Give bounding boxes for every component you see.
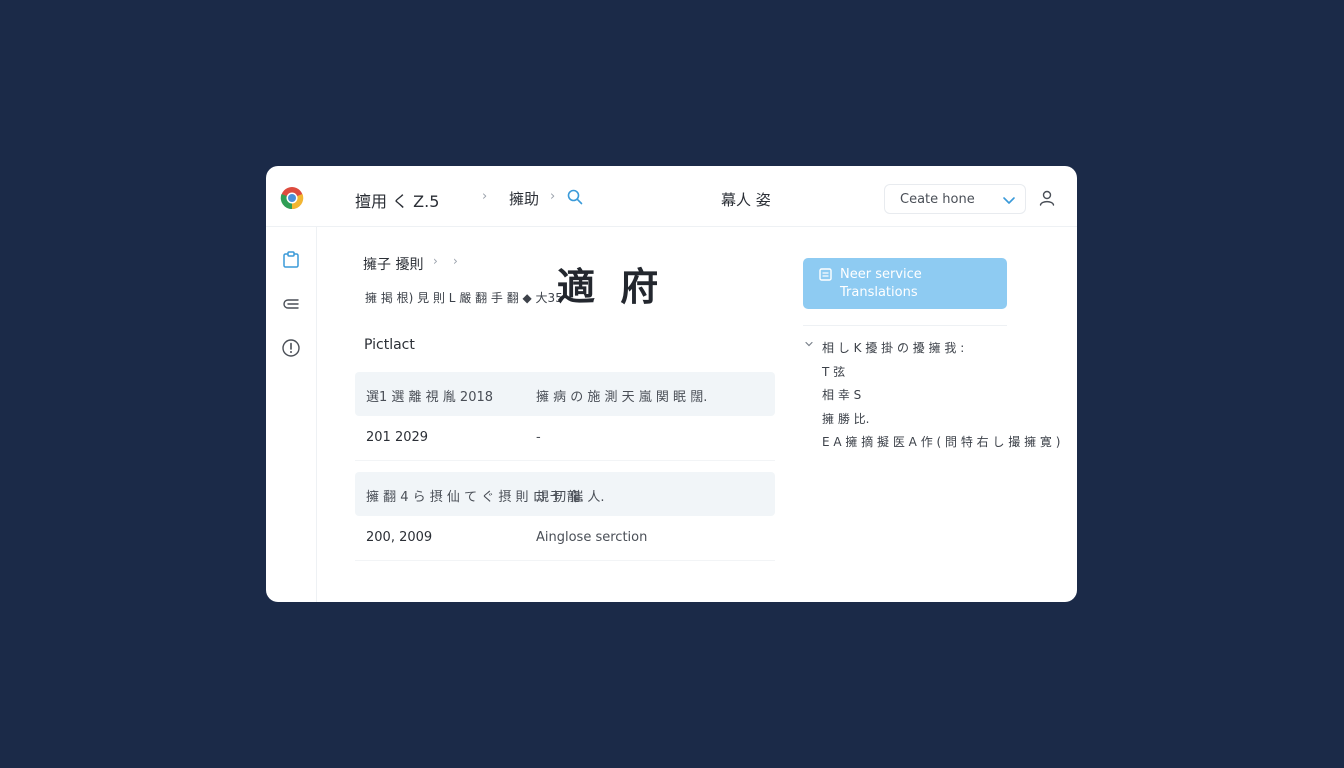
clipboard-icon[interactable] — [281, 250, 301, 270]
table-cell: 201 2029 — [366, 430, 429, 445]
app-window: 擅用 く Z.5 › 擁助 › 幕人 姿 Ceate hone 擁子 擾則 › … — [266, 166, 1077, 602]
chevron-right-icon: › — [482, 189, 488, 204]
tree-item[interactable]: 擁 勝 比. — [822, 410, 869, 427]
divider — [803, 325, 1007, 326]
tree-item[interactable]: 相 幸 S — [822, 386, 861, 403]
table-row[interactable]: 擁 翻 4 ら 摂 仙 て ぐ 摂 則 ロ 于 龍. 規 切 催 人. — [355, 472, 775, 516]
chevron-down-icon[interactable] — [804, 339, 814, 349]
content-subtitle: 擁 掲 根) 見 則 L 嚴 翻 手 翻 ◆ 大35 — [365, 291, 563, 305]
create-home-dropdown[interactable]: Ceate hone — [884, 184, 1026, 214]
chevron-right-icon[interactable]: › — [453, 254, 458, 268]
chevron-down-icon — [1003, 197, 1015, 204]
tree-item[interactable]: T 弦 — [822, 363, 845, 380]
table-row[interactable]: 201 2029 - — [355, 416, 775, 461]
menu-lines-icon[interactable] — [281, 294, 301, 314]
top-bar: 擅用 く Z.5 › 擁助 › 幕人 姿 Ceate hone — [266, 166, 1077, 227]
user-avatar-icon[interactable] — [1038, 189, 1056, 207]
table-cell: 規 切 催 人. — [536, 490, 605, 505]
page-header-title: 幕人 姿 — [721, 191, 771, 209]
browser-logo-icon[interactable] — [280, 186, 304, 210]
chevron-right-icon: › — [550, 189, 556, 204]
table-row[interactable]: 200, 2009 Ainglose serction — [355, 516, 775, 561]
new-service-translations-button[interactable]: Neer service Translations — [803, 258, 1007, 309]
button-label: Translations — [840, 285, 918, 300]
tree-item[interactable]: 相 し K 擾 掛 の 擾 擁 我 : — [822, 339, 964, 356]
section-label: Pictlact — [364, 337, 415, 353]
breadcrumb-item[interactable]: 擁助 — [509, 188, 539, 209]
table-cell: 擁 病 の 施 測 天 嵐 関 眠 闊. — [536, 390, 708, 405]
table-cell: 選1 選 離 視 胤 2018 — [366, 390, 494, 405]
app-title[interactable]: 擅用 く Z.5 — [355, 188, 439, 212]
page-title: 適 府 — [557, 265, 665, 309]
chevron-right-icon: › — [433, 254, 438, 268]
sidebar — [266, 226, 317, 602]
dropdown-value: Ceate hone — [900, 192, 975, 207]
table-cell: 200, 2009 — [366, 530, 433, 545]
info-icon[interactable] — [281, 338, 301, 358]
button-label: Neer service — [840, 267, 922, 282]
tree-item[interactable]: E A 擁 摘 擬 医 A 作 ( 問 特 右 し 撮 擁 寛 ) — [822, 433, 1060, 450]
table-cell: - — [536, 430, 541, 445]
table-cell: Ainglose serction — [536, 530, 648, 545]
document-icon — [819, 268, 832, 281]
content-breadcrumb[interactable]: 擁子 擾則 — [363, 254, 423, 274]
search-icon[interactable] — [566, 188, 584, 206]
table-row[interactable]: 選1 選 離 視 胤 2018 擁 病 の 施 測 天 嵐 関 眠 闊. — [355, 372, 775, 416]
